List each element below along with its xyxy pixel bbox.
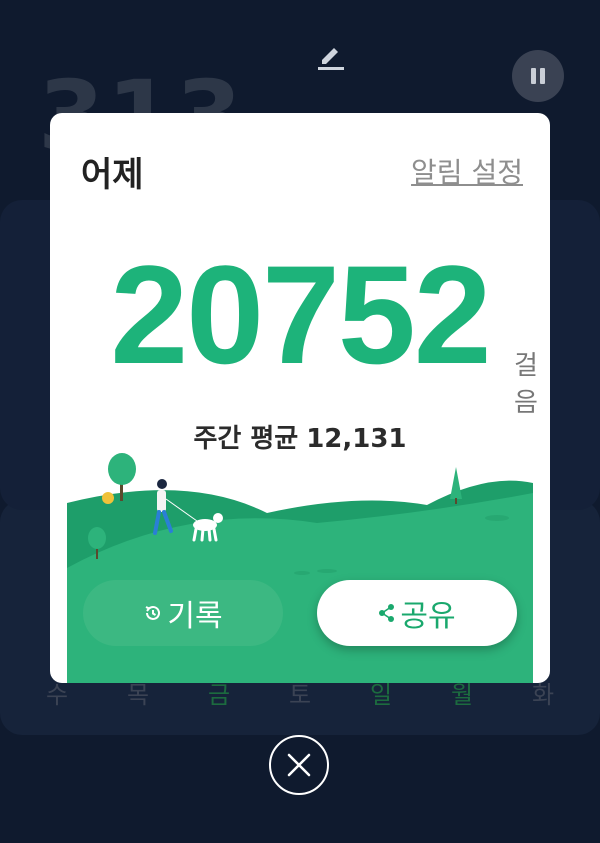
walking-illustration bbox=[67, 453, 533, 683]
step-count: 20752 bbox=[110, 236, 491, 393]
history-button[interactable]: 기록 bbox=[83, 580, 283, 646]
share-button[interactable]: 공유 bbox=[317, 580, 517, 646]
close-icon bbox=[287, 753, 311, 777]
history-icon bbox=[143, 603, 163, 623]
history-label: 기록 bbox=[167, 599, 223, 634]
share-label: 공유 bbox=[400, 599, 456, 634]
pause-button[interactable] bbox=[512, 50, 564, 102]
step-unit: 걸음 bbox=[514, 351, 538, 418]
share-icon bbox=[378, 603, 396, 623]
dialog-title: 어제 bbox=[81, 155, 144, 195]
pause-icon bbox=[531, 68, 536, 84]
alarm-settings-link[interactable]: 알림 설정 bbox=[411, 151, 523, 191]
close-button[interactable] bbox=[269, 735, 329, 795]
yesterday-steps-dialog: 어제 알림 설정 20752 걸음 주간 평균 12,131 기록 공유 bbox=[50, 113, 550, 683]
pencil-icon[interactable] bbox=[316, 40, 346, 70]
